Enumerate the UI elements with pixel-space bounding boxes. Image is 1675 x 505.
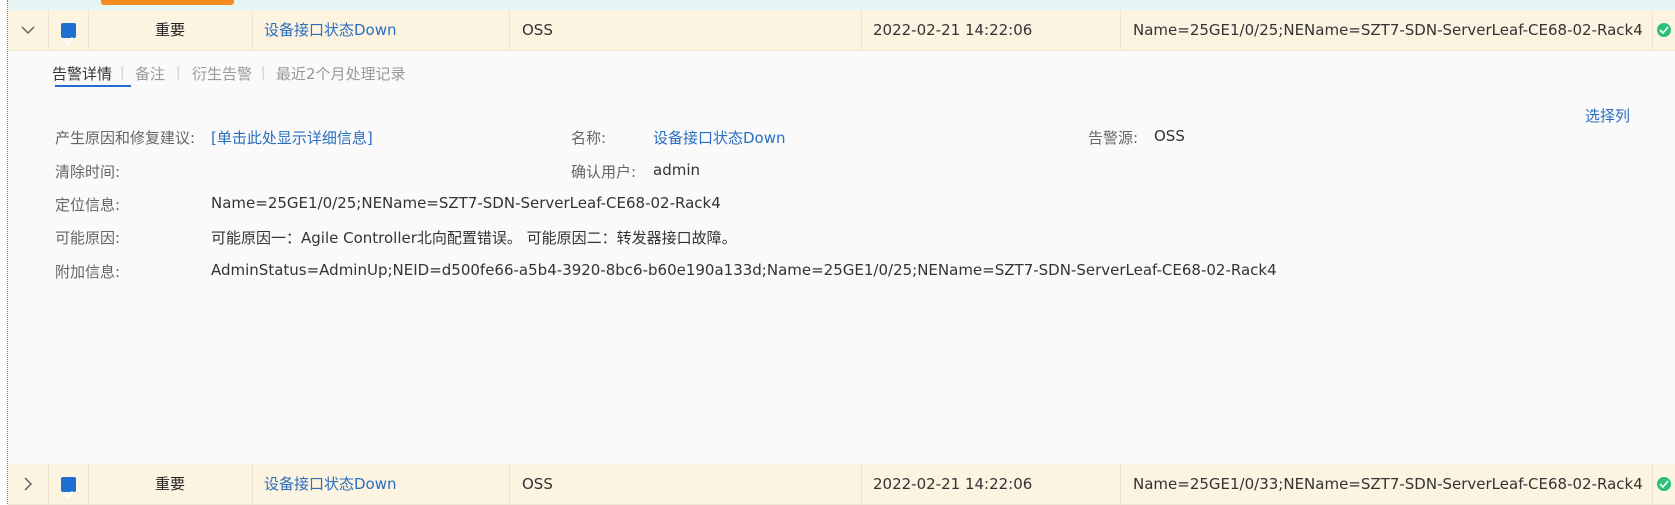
checkbox-checked-icon: [61, 477, 76, 499]
header-strip: [8, 0, 1675, 10]
alarm-source-cell: OSS: [510, 464, 862, 504]
occurrence-time-cell: 2022-02-21 14:22:06: [862, 10, 1121, 50]
check-circle-icon: [1657, 477, 1671, 491]
possible-cause-value: 可能原因一：Agile Controller北向配置错误。 可能原因二：转发器接…: [211, 229, 737, 247]
additional-info-label: 附加信息:: [55, 263, 121, 281]
check-circle-icon: [1657, 23, 1671, 37]
possible-cause-label: 可能原因:: [55, 229, 121, 247]
checkbox-checked-icon: [61, 23, 76, 45]
alarm-name-link[interactable]: 设备接口状态Down: [252, 10, 510, 50]
alarm-detail-panel: 告警详情 | 备注 | 衍生告警 | 最近2个月处理记录 选择列 产生原因和修复…: [8, 51, 1675, 464]
location-info-cell: Name=25GE1/0/25;NEName=SZT7-SDN-ServerLe…: [1121, 10, 1653, 50]
active-column-indicator: [101, 0, 234, 5]
confirm-user-value: admin: [653, 161, 700, 179]
active-tab-underline: [55, 85, 131, 87]
expand-toggle[interactable]: [8, 10, 49, 50]
additional-info-value: AdminStatus=AdminUp;NEID=d500fe66-a5b4-3…: [211, 261, 1277, 279]
select-columns-link[interactable]: 选择列: [1585, 105, 1630, 126]
tab-divider: |: [176, 65, 181, 80]
confirm-user-label: 确认用户:: [571, 163, 637, 181]
name-value[interactable]: 设备接口状态Down: [653, 127, 786, 148]
detail-tabs: 告警详情 | 备注 | 衍生告警 | 最近2个月处理记录: [8, 51, 1675, 91]
tab-divider: |: [261, 65, 266, 80]
alarm-source-cell: OSS: [510, 10, 862, 50]
severity-cell: 重要: [88, 10, 253, 50]
status-cell: [1653, 464, 1675, 504]
alarm-name-link[interactable]: 设备接口状态Down: [252, 464, 510, 504]
cause-label: 产生原因和修复建议:: [55, 129, 196, 147]
severity-cell: 重要: [88, 464, 253, 504]
alarm-source-value: OSS: [1154, 127, 1185, 145]
alarm-source-label: 告警源:: [1088, 129, 1139, 147]
row-checkbox[interactable]: [48, 464, 89, 504]
occurrence-time-cell: 2022-02-21 14:22:06: [862, 464, 1121, 504]
chevron-down-icon: [21, 26, 35, 35]
tab-divider: |: [120, 65, 125, 80]
name-label: 名称:: [571, 129, 607, 147]
tab-alarm-details[interactable]: 告警详情: [52, 63, 112, 84]
status-cell: [1653, 10, 1675, 50]
tab-recent-records[interactable]: 最近2个月处理记录: [276, 63, 406, 84]
location-value: Name=25GE1/0/25;NEName=SZT7-SDN-ServerLe…: [211, 194, 721, 212]
row-checkbox[interactable]: [48, 10, 89, 50]
tab-derived-alarms[interactable]: 衍生告警: [192, 63, 252, 84]
alarm-row[interactable]: 重要 设备接口状态Down OSS 2022-02-21 14:22:06 Na…: [8, 464, 1675, 505]
chevron-right-icon: [24, 477, 33, 491]
show-details-link[interactable]: [单击此处显示详细信息]: [211, 127, 373, 148]
expand-toggle[interactable]: [8, 464, 49, 504]
clear-time-label: 清除时间:: [55, 163, 121, 181]
location-info-cell: Name=25GE1/0/33;NEName=SZT7-SDN-ServerLe…: [1121, 464, 1653, 504]
tab-remarks[interactable]: 备注: [135, 63, 165, 84]
location-label: 定位信息:: [55, 196, 121, 214]
alarm-row[interactable]: 重要 设备接口状态Down OSS 2022-02-21 14:22:06 Na…: [8, 10, 1675, 51]
